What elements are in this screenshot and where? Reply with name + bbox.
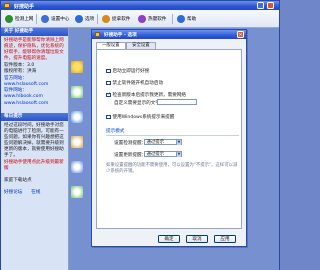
cancel-button[interactable]: 取消 [186,235,208,243]
dialog-title: 好搜助手 - 选项 [104,33,137,38]
option-label: 禁止软件随开机自动启动 [112,81,164,86]
toolbar-label: 帮助 [187,17,197,22]
minimize-button[interactable] [257,2,264,9]
check-icon [75,15,83,23]
option-label: 检查新版本后提示我更新，需要网络 [112,93,187,98]
select-update[interactable]: 通过提示 ▼ [144,151,182,157]
toolbar-label: 捉拿软件 [112,17,131,22]
apply-button[interactable]: 应用 [214,235,236,243]
option-row[interactable]: 启动立即运行好搜 [106,68,149,74]
check-icon[interactable] [71,111,83,123]
title-bar: 好搜助手 [1,1,279,10]
side-icons [71,61,91,211]
shield-icon[interactable] [71,86,83,98]
about-title: 关于 好搜助手 [1,28,68,36]
info-website-link[interactable]: 官方网站：www.hslaosoft.com [4,76,65,88]
chevron-down-icon: ▼ [176,152,181,157]
app-icon [4,3,10,8]
toolbar-label: 设置中心 [51,17,70,22]
toolbar: 检测上网 设置中心 选项 捉拿软件 热键软件 帮助 [1,10,279,28]
refresh-icon[interactable] [71,186,83,198]
dialog-tabs: 一般设置 安全设置 [96,42,156,49]
left-panel: 关于 好搜助手 好搜助手是能够帮你清除上网痕迹，保护隐私，优化系统的好帮手，能够… [1,28,69,270]
upgrade-link[interactable]: 好搜助手使用点此升级到最新版 [4,160,65,172]
globe-icon [5,15,13,23]
toolbar-button-capture[interactable]: 捉拿软件 [102,14,130,24]
window-title: 好搜助手 [14,3,35,10]
toolbar-separator [97,14,98,24]
dialog-close-button[interactable]: × [237,31,244,38]
info-software-link[interactable]: 软件网站：www.hlbook.com [4,88,65,100]
toolbar-button-options[interactable]: 选项 [75,14,94,24]
close-button[interactable] [267,2,274,9]
tips-text: 经过这段时间，好搜助手对您的电脑进行了检测，可能有一些问题，如果你有兴趣想把这些… [4,123,64,158]
option-label: 使用Windows系统提示来提醒 [112,115,175,120]
main-window: 好搜助手 检测上网 设置中心 选项 捉拿软件 热键软件 帮助 关于 好搜助手 好… [0,0,280,270]
about-description: 好搜助手是能够帮你清除上网痕迹，保护隐私，优化系统的好帮手，能够帮你清理垃圾文件… [4,38,64,61]
group-title: 提示模式 [106,129,125,134]
star-icon[interactable] [71,61,83,73]
footer-label: 家庭下载站点 [4,177,32,183]
option-checkbox[interactable] [106,80,111,86]
custom-text-input[interactable] [157,99,197,105]
info-icon[interactable] [71,161,83,173]
select-label: 设置检测提醒： [114,141,147,146]
tab-general[interactable]: 一般设置 [96,42,126,49]
toolbar-label: 检测上网 [15,17,34,22]
toolbar-separator [172,14,173,24]
option-checkbox[interactable] [106,68,111,74]
select-detect[interactable]: 通过提示 ▼ [144,139,182,145]
tab-pane: 启动立即运行好搜 禁止软件随开机自动启动 检查新版本后提示我更新，需要网络 自定… [96,49,242,229]
select-label: 设置更新提醒： [114,153,147,158]
tips-title: 每日提示 [1,113,68,121]
group-divider [106,135,239,136]
info-copyright: 版权所有：洪海 [4,69,37,74]
hotkey-icon [138,15,146,23]
ok-button[interactable]: 确定 [158,235,180,243]
option-row[interactable]: 检查新版本后提示我更新，需要网络 [106,92,186,98]
option-label: 启动立即运行好搜 [112,69,150,74]
capture-icon [102,15,110,23]
chevron-down-icon: ▼ [176,140,181,145]
dialog-title-bar: 好搜助手 - 选项 × [92,30,246,39]
dialog-note: 如果设置提醒的功能不需要使用，可以设置为"不提示"，这样可以减少系统的开销。 [106,163,238,174]
toolbar-button-hotkey[interactable]: 热键软件 [138,14,166,24]
toolbar-button-settings[interactable]: 设置中心 [41,14,69,24]
option-checkbox[interactable] [106,114,111,120]
option-checkbox[interactable] [106,92,111,98]
settings-icon [41,15,49,23]
download-icon[interactable] [71,136,83,148]
tab-security[interactable]: 安全设置 [126,42,156,49]
select-value: 通过提示 [146,152,165,157]
toolbar-label: 选项 [85,17,95,22]
info-version: 软件版本：3.0 [4,62,35,68]
select-value: 通过提示 [146,140,165,145]
info-website-link-2[interactable]: www.hslaosoft.com [4,101,65,107]
option-row[interactable]: 使用Windows系统提示来提醒 [106,114,174,120]
toolbar-separator [36,14,37,24]
options-dialog: 好搜助手 - 选项 × 一般设置 安全设置 启动立即运行好搜 禁止软件随开机自动… [91,29,247,247]
toolbar-button-check-internet[interactable]: 检测上网 [5,14,33,24]
footer-link-forum[interactable]: 好搜论坛 [4,190,22,195]
toolbar-button-help[interactable]: 帮助 [177,14,196,24]
help-icon [177,15,185,23]
dialog-app-icon [95,32,100,37]
footer-link-online[interactable]: 在线 [31,190,40,195]
option-row[interactable]: 禁止软件随开机自动启动 [106,80,163,86]
toolbar-label: 热键软件 [148,17,167,22]
